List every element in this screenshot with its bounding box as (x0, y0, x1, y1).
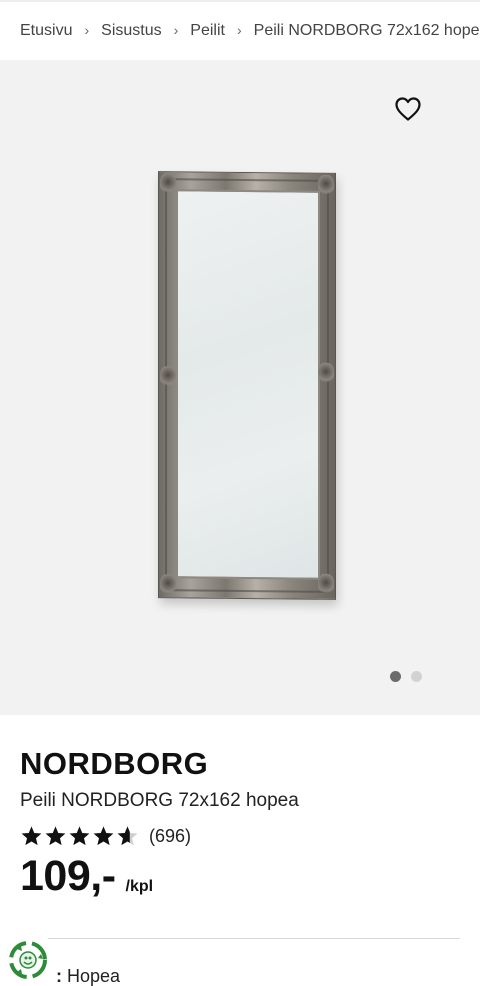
eco-recycle-badge-icon (8, 940, 48, 980)
carousel-dot[interactable] (411, 671, 422, 682)
breadcrumb-item-decor[interactable]: Sisustus (101, 22, 161, 40)
star-full-icon (69, 826, 90, 846)
breadcrumb-separator: › (84, 22, 90, 38)
rating-stars (20, 825, 139, 847)
product-rating[interactable]: (696) (20, 825, 191, 847)
attribute-colon: : (56, 966, 62, 986)
price-unit: /kpl (125, 878, 154, 895)
breadcrumb-separator: › (173, 22, 179, 38)
attribute-value: Hopea (67, 966, 121, 986)
carousel-dot-active[interactable] (390, 671, 401, 682)
mirror-glass (176, 189, 320, 580)
star-partial-icon (117, 826, 138, 846)
product-attribute-color: : Hopea (56, 966, 120, 986)
product-title: Peili NORDBORG 72x162 hopea (20, 790, 299, 811)
heart-outline-icon (395, 97, 421, 121)
section-divider (48, 938, 460, 939)
product-image[interactable] (158, 171, 336, 600)
frame-ornament (160, 366, 176, 389)
favorite-button[interactable] (394, 96, 422, 122)
breadcrumb-item-current: Peili NORDBORG 72x162 hopea (253, 22, 480, 39)
frame-ornament (318, 174, 334, 197)
star-full-icon (21, 826, 42, 846)
review-count[interactable]: (696) (149, 826, 191, 847)
breadcrumb-item-mirrors[interactable]: Peilit (190, 22, 225, 40)
frame-ornament (160, 574, 176, 597)
carousel-indicator (390, 671, 422, 682)
frame-ornament (318, 573, 334, 596)
breadcrumb-separator: › (236, 22, 242, 38)
frame-ornament (160, 173, 176, 196)
price-row: 109,- /kpl (20, 855, 153, 898)
star-full-icon (45, 826, 66, 846)
breadcrumb-item-home[interactable]: Etusivu (20, 22, 72, 40)
product-brand: NORDBORG (20, 746, 209, 781)
frame-ornament (318, 362, 334, 385)
breadcrumb: Etusivu › Sisustus › Peilit › Peili NORD… (0, 0, 480, 60)
product-price: 109,- (20, 852, 116, 900)
star-full-icon (93, 826, 114, 846)
product-image-gallery[interactable] (0, 60, 480, 715)
